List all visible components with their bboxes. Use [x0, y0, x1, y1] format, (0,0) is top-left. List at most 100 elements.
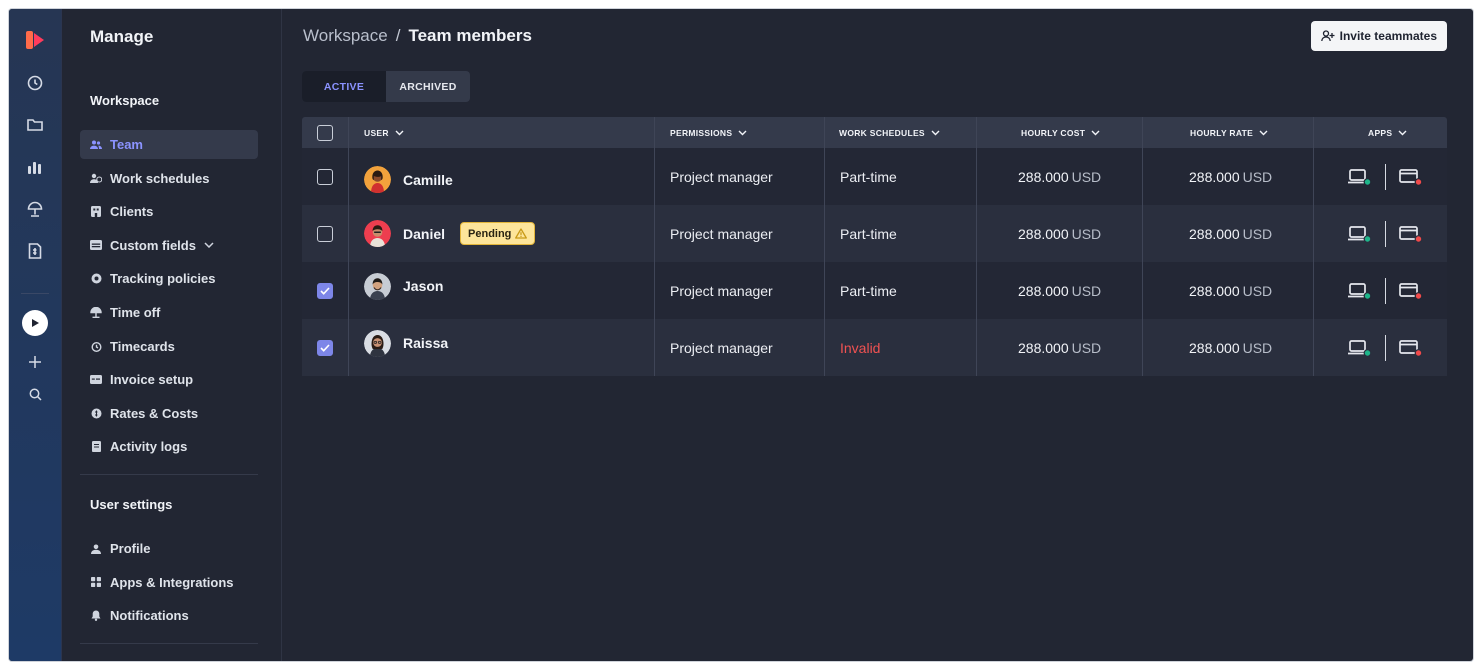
table-row[interactable]: Jason Project manager Part-time 288.000 U… [302, 262, 1447, 319]
time-off-icon [90, 306, 102, 318]
play-timer-button[interactable] [22, 310, 48, 336]
sidebar-item-label: Apps & Integrations [110, 574, 234, 590]
add-icon[interactable] [19, 346, 51, 378]
sidebar-item-label: Tracking policies [110, 271, 216, 287]
web-app-icon[interactable] [1399, 224, 1423, 244]
avatar [364, 272, 391, 300]
hourly-rate-currency: USD [1242, 339, 1273, 356]
sidebar-item-apps-integrations[interactable]: Apps & Integrations [80, 568, 258, 597]
sidebar-item-rates-costs[interactable]: Rates & Costs [80, 399, 258, 428]
hourly-cost-value[interactable]: 288.000 [1018, 283, 1069, 299]
hourly-cost-value[interactable]: 288.000 [1018, 169, 1069, 185]
work-schedules-icon [90, 172, 102, 184]
row-checkbox[interactable] [317, 339, 333, 356]
profile-icon [90, 543, 102, 555]
web-app-icon[interactable] [1399, 281, 1423, 301]
tracking-policies-icon [90, 273, 102, 285]
row-checkbox[interactable] [317, 168, 333, 185]
warning-icon [515, 228, 528, 239]
user-name[interactable]: Daniel [403, 226, 445, 242]
rates-costs-icon [90, 407, 102, 419]
permission-value[interactable]: Project manager [670, 340, 773, 356]
folder-icon[interactable] [19, 109, 51, 141]
breadcrumb: Workspace / Team members [303, 26, 532, 46]
breadcrumb-separator: / [395, 26, 401, 45]
sidebar-item-custom-fields[interactable]: Custom fields [80, 231, 258, 260]
hourly-cost-value[interactable]: 288.000 [1018, 340, 1069, 356]
invoice-icon[interactable] [19, 235, 51, 267]
chevron-down-icon [1398, 130, 1407, 135]
sidebar-item-tracking-policies[interactable]: Tracking policies [80, 264, 258, 293]
hourly-rate-value[interactable]: 288.000 [1189, 226, 1240, 242]
hourly-cost-currency: USD [1071, 225, 1102, 242]
schedule-value[interactable]: Invalid [840, 340, 880, 356]
sidebar-item-time-off[interactable]: Time off [80, 298, 258, 327]
permission-value[interactable]: Project manager [670, 169, 773, 185]
hourly-rate-value[interactable]: 288.000 [1189, 340, 1240, 356]
hourly-rate-currency: USD [1242, 282, 1273, 299]
permission-value[interactable]: Project manager [670, 283, 773, 299]
timecards-icon [90, 340, 102, 352]
tab-archived[interactable]: ARCHIVED [386, 71, 470, 102]
web-app-icon[interactable] [1399, 167, 1423, 187]
sidebar-item-clients[interactable]: Clients [80, 197, 258, 226]
schedule-value[interactable]: Part-time [840, 283, 897, 299]
chevron-down-icon [738, 130, 747, 135]
invite-teammates-button[interactable]: Invite teammates [1310, 21, 1447, 51]
user-name[interactable]: Raissa [403, 335, 448, 351]
table-row[interactable]: Raissa Project manager Invalid 288.000 US… [302, 319, 1447, 376]
select-all-checkbox[interactable] [317, 124, 333, 141]
search-icon[interactable] [19, 378, 51, 410]
table-row[interactable]: Daniel Pending Project manager Part-time… [302, 205, 1447, 262]
clients-icon [90, 206, 102, 218]
sidebar-divider [80, 474, 258, 475]
desktop-app-icon[interactable] [1348, 281, 1372, 301]
permission-value[interactable]: Project manager [670, 226, 773, 242]
hourly-cost-value[interactable]: 288.000 [1018, 226, 1069, 242]
hourly-rate-currency: USD [1242, 225, 1273, 242]
web-app-icon[interactable] [1399, 338, 1423, 358]
column-header-permissions[interactable]: PERMISSIONS [670, 128, 747, 138]
desktop-app-icon[interactable] [1348, 338, 1372, 358]
sidebar-item-timecards[interactable]: Timecards [80, 332, 258, 361]
sidebar-item-notifications[interactable]: Notifications [80, 601, 258, 630]
sidebar-item-profile[interactable]: Profile [80, 534, 258, 563]
column-header-hourly-rate[interactable]: HOURLY RATE [1190, 128, 1268, 138]
breadcrumb-workspace[interactable]: Workspace [303, 26, 388, 46]
user-name[interactable]: Camille [403, 172, 453, 188]
desktop-app-icon[interactable] [1348, 224, 1372, 244]
status-tabs: ACTIVE ARCHIVED [302, 71, 470, 102]
app-logo[interactable] [24, 29, 46, 51]
column-header-work-schedules[interactable]: WORK SCHEDULES [839, 128, 940, 138]
invoice-setup-icon [90, 374, 102, 386]
sidebar-title: Manage [90, 27, 154, 46]
clock-icon[interactable] [19, 67, 51, 99]
tab-active[interactable]: ACTIVE [302, 71, 386, 102]
play-icon [32, 319, 39, 327]
desktop-app-icon[interactable] [1348, 167, 1372, 187]
sidebar-item-label: Custom fields [110, 237, 196, 253]
sidebar-item-activity-logs[interactable]: Activity logs [80, 432, 258, 461]
column-header-apps[interactable]: APPS [1368, 128, 1407, 138]
hourly-rate-value[interactable]: 288.000 [1189, 283, 1240, 299]
user-name[interactable]: Jason [403, 278, 443, 294]
sidebar-divider [80, 643, 258, 644]
main-content: Workspace / Team members Invite teammate… [282, 9, 1473, 661]
invite-label: Invite teammates [1339, 29, 1437, 43]
activity-logs-icon [90, 441, 102, 453]
umbrella-icon[interactable] [19, 193, 51, 225]
sidebar-item-invoice-setup[interactable]: Invoice setup [80, 365, 258, 394]
hourly-rate-value[interactable]: 288.000 [1189, 169, 1240, 185]
row-checkbox[interactable] [317, 282, 333, 299]
column-header-user[interactable]: USER [364, 128, 404, 138]
schedule-value[interactable]: Part-time [840, 169, 897, 185]
sidebar-item-work-schedules[interactable]: Work schedules [80, 164, 258, 193]
row-checkbox[interactable] [317, 225, 333, 242]
add-user-icon [1320, 30, 1335, 42]
schedule-value[interactable]: Part-time [840, 226, 897, 242]
sidebar-item-team[interactable]: Team [80, 130, 258, 159]
table-row[interactable]: Camille Project manager Part-time 288.00… [302, 148, 1447, 205]
chevron-down-icon [204, 242, 214, 249]
reports-icon[interactable] [19, 151, 51, 183]
column-header-hourly-cost[interactable]: HOURLY COST [1021, 128, 1100, 138]
